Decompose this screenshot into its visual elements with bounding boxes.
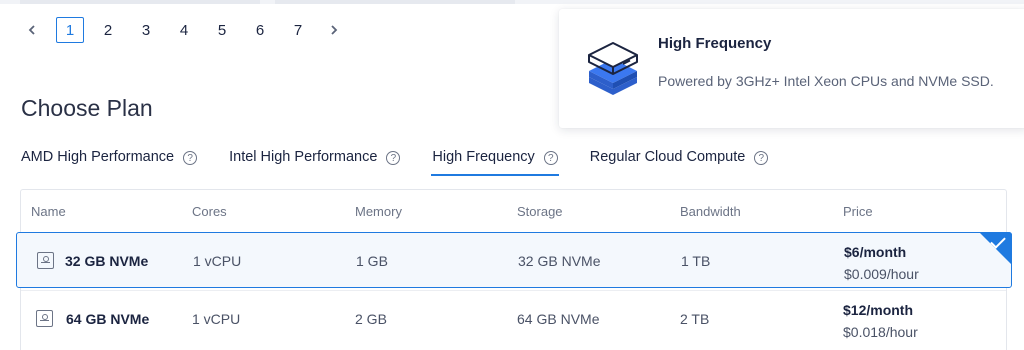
page-button-1[interactable]: 1	[56, 17, 84, 43]
tab-label: High Frequency	[432, 149, 535, 165]
previous-card-edge	[275, 0, 515, 4]
plan-bandwidth: 1 TB	[681, 253, 711, 269]
plan-storage: 64 GB NVMe	[517, 311, 600, 327]
page-button-5[interactable]: 5	[208, 17, 236, 43]
plan-cores: 1 vCPU	[192, 311, 241, 327]
tab-high-frequency[interactable]: High Frequency ?	[431, 146, 560, 176]
plan-name: 32 GB NVMe	[65, 253, 149, 269]
plan-info-tooltip: High Frequency Powered by 3GHz+ Intel Xe…	[559, 9, 1024, 128]
table-header: Name Cores Memory Storage Bandwidth Pric…	[21, 190, 1006, 232]
plan-bandwidth: 2 TB	[680, 311, 710, 327]
chevron-right-icon[interactable]	[322, 16, 346, 44]
tab-intel-high-performance[interactable]: Intel High Performance ?	[229, 146, 401, 176]
table-row-selected[interactable]: 32 GB NVMe 1 vCPU 1 GB 32 GB NVMe 1 TB $…	[16, 232, 1012, 288]
page-button-7[interactable]: 7	[284, 17, 312, 43]
table-row[interactable]: 64 GB NVMe 1 vCPU 2 GB 64 GB NVMe 2 TB $…	[21, 290, 1006, 346]
column-header-bandwidth: Bandwidth	[680, 204, 741, 219]
info-card-description: Powered by 3GHz+ Intel Xeon CPUs and NVM…	[658, 73, 994, 89]
pagination: 1 2 3 4 5 6 7	[20, 16, 346, 44]
top-strip	[0, 0, 1024, 4]
plan-price: $6/month $0.009/hour	[844, 241, 919, 285]
help-icon[interactable]: ?	[183, 151, 198, 165]
plan-cores: 1 vCPU	[193, 253, 242, 269]
price-per-month: $12/month	[843, 302, 914, 318]
tab-amd-high-performance[interactable]: AMD High Performance ?	[21, 146, 198, 176]
page-button-3[interactable]: 3	[132, 17, 160, 43]
plan-memory: 1 GB	[356, 253, 388, 269]
tab-regular-cloud-compute[interactable]: Regular Cloud Compute ?	[590, 146, 769, 176]
plan-table: Name Cores Memory Storage Bandwidth Pric…	[16, 189, 1012, 350]
column-header-cores: Cores	[192, 204, 227, 219]
tab-label: AMD High Performance	[21, 149, 175, 165]
tab-label: Regular Cloud Compute	[589, 149, 746, 165]
page-button-6[interactable]: 6	[246, 17, 274, 43]
chevron-left-icon[interactable]	[20, 16, 44, 44]
page-title: Choose Plan	[21, 95, 153, 121]
help-icon[interactable]: ?	[754, 151, 769, 165]
help-icon[interactable]: ?	[386, 151, 401, 165]
plan-name: 64 GB NVMe	[66, 311, 150, 327]
storage-disk-icon	[36, 310, 53, 327]
server-stack-icon	[583, 31, 643, 103]
plan-storage: 32 GB NVMe	[518, 253, 601, 269]
column-header-memory: Memory	[355, 204, 402, 219]
storage-disk-icon	[37, 252, 54, 269]
column-header-price: Price	[843, 204, 873, 219]
plan-price: $12/month $0.018/hour	[843, 299, 918, 343]
column-header-name: Name	[31, 204, 66, 219]
page-button-2[interactable]: 2	[94, 17, 122, 43]
previous-card-edge	[20, 0, 260, 4]
page-button-4[interactable]: 4	[170, 17, 198, 43]
tab-label: Intel High Performance	[229, 149, 378, 165]
price-per-hour: $0.018/hour	[843, 324, 918, 340]
price-per-hour: $0.009/hour	[844, 266, 919, 282]
plan-type-tabs: AMD High Performance ? Intel High Perfor…	[21, 146, 800, 176]
price-per-month: $6/month	[844, 244, 907, 260]
plan-memory: 2 GB	[355, 311, 387, 327]
info-card-title: High Frequency	[658, 35, 772, 52]
column-header-storage: Storage	[517, 204, 563, 219]
help-icon[interactable]: ?	[543, 151, 558, 165]
